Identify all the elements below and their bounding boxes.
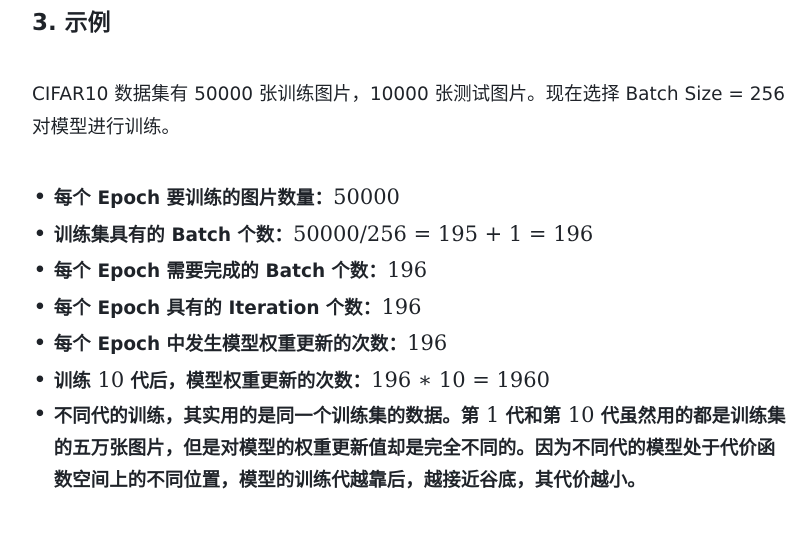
document-page: 3. 示例 CIFAR10 数据集有 50000 张训练图片，10000 张测试… bbox=[0, 0, 808, 545]
list-item: • 每个 Epoch 要训练的图片数量：50000 bbox=[32, 180, 792, 217]
list-item-label: 每个 Epoch 中发生模型权重更新的次数： bbox=[54, 334, 408, 355]
list-item-label: 每个 Epoch 要训练的图片数量： bbox=[54, 188, 334, 209]
list-item-label: 每个 Epoch 具有的 Iteration 个数： bbox=[54, 297, 382, 319]
list-item-inline-number: 1 bbox=[485, 403, 500, 427]
list-item-math: 50000/256 = 195 + 1 = 196 bbox=[292, 221, 594, 246]
list-item-text: 代和第 bbox=[499, 406, 568, 427]
list-item-math: 196 bbox=[387, 258, 428, 282]
list-item: • 不同代的训练，其实用的是同一个训练集的数据。第 1 代和第 10 代虽然用的… bbox=[32, 399, 792, 497]
list-item-math: 50000 bbox=[333, 185, 400, 209]
list-item: • 每个 Epoch 需要完成的 Batch 个数：196 bbox=[32, 253, 792, 290]
list-item-label: 每个 Epoch 需要完成的 Batch 个数： bbox=[54, 261, 388, 282]
section-heading: 3. 示例 bbox=[32, 10, 111, 36]
bullet-dot: • bbox=[34, 296, 46, 318]
list-item: • 训练集具有的 Batch 个数：50000/256 = 195 + 1 = … bbox=[32, 217, 792, 254]
list-item-text: 不同代的训练，其实用的是同一个训练集的数据。第 bbox=[54, 406, 486, 427]
list-item-math: 196 bbox=[407, 331, 448, 355]
bullet-dot: • bbox=[34, 369, 46, 391]
bullet-dot: • bbox=[34, 260, 46, 281]
bullet-dot: • bbox=[34, 223, 46, 245]
list-item-inline-number: 10 bbox=[97, 367, 125, 392]
intro-paragraph: CIFAR10 数据集有 50000 张训练图片，10000 张测试图片。现在选… bbox=[32, 84, 786, 138]
list-item-inline-number: 10 bbox=[567, 403, 595, 427]
bullet-dot: • bbox=[34, 187, 46, 208]
list-item: • 每个 Epoch 中发生模型权重更新的次数：196 bbox=[32, 326, 792, 363]
list-item-label-post: 代后，模型权重更新的次数： bbox=[124, 370, 372, 392]
bullet-dot: • bbox=[34, 333, 46, 354]
list-item-math: 196 ∗ 10 = 1960 bbox=[371, 367, 550, 392]
bullet-dot: • bbox=[34, 404, 46, 425]
list-item: • 训练 10 代后，模型权重更新的次数：196 ∗ 10 = 1960 bbox=[32, 363, 792, 400]
bullet-list: • 每个 Epoch 要训练的图片数量：50000 • 训练集具有的 Batch… bbox=[32, 180, 792, 497]
list-item-math: 196 bbox=[381, 294, 422, 319]
list-item-label: 训练集具有的 Batch 个数： bbox=[54, 224, 293, 246]
list-item: • 每个 Epoch 具有的 Iteration 个数：196 bbox=[32, 290, 792, 327]
list-item-label-pre: 训练 bbox=[54, 370, 98, 392]
